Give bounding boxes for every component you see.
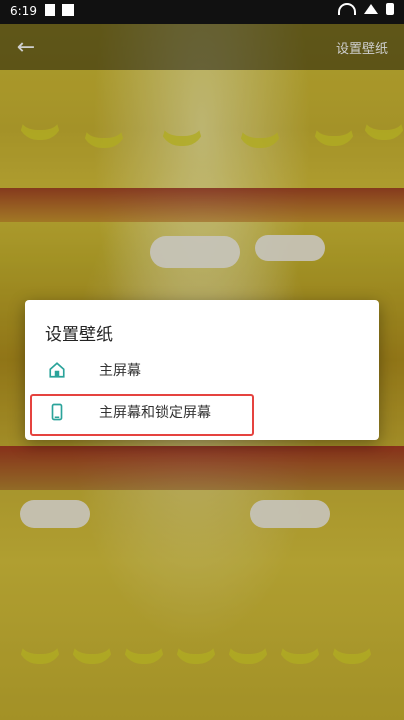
red-highlight-box	[30, 394, 254, 436]
dialog-title: 设置壁纸	[45, 325, 113, 345]
set-wallpaper-action[interactable]: 设置壁纸	[336, 38, 388, 57]
status-right-icons	[338, 3, 394, 15]
option-home-label: 主屏幕	[99, 363, 141, 379]
battery-icon	[386, 3, 394, 15]
option-home-screen[interactable]: 主屏幕	[25, 350, 379, 390]
arrow-left-icon[interactable]: ←	[14, 36, 38, 60]
status-bar: 6:19	[0, 0, 404, 24]
signal-icon	[364, 4, 378, 14]
status-time: 6:19	[10, 4, 37, 18]
app-bar: ← 设置壁纸	[0, 24, 404, 70]
notification-icon	[62, 4, 74, 16]
wifi-icon	[338, 3, 356, 15]
home-icon	[37, 361, 77, 379]
notification-icon	[45, 4, 55, 16]
